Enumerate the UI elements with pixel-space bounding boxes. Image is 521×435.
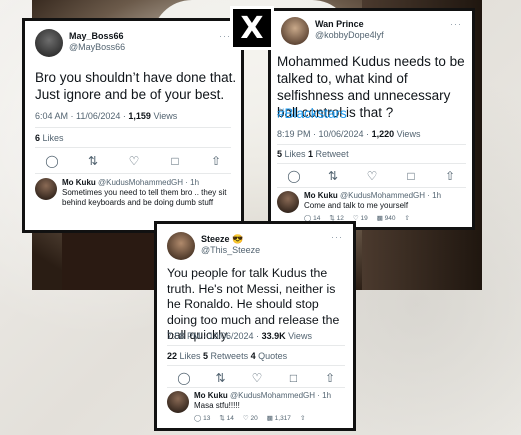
user-handle[interactable]: @kobbyDope4lyf — [315, 30, 384, 41]
tweet-card-wan-prince: Wan Prince @kobbyDope4lyf ··· Mohammed K… — [268, 8, 475, 230]
x-logo-icon: X — [230, 6, 274, 50]
like-icon[interactable]: ♡ — [250, 371, 264, 385]
avatar[interactable] — [35, 29, 63, 57]
tweet-timestamp: 8:19 PM · 10/06/2024 · 1,220 Views — [277, 129, 421, 139]
reply-header: Mo Kuku @KudusMohammedGH · 1h — [62, 178, 200, 187]
avatar[interactable] — [281, 17, 309, 45]
avatar[interactable] — [277, 191, 299, 213]
reply-icon[interactable]: ◯ — [177, 371, 191, 385]
bookmark-icon[interactable]: □ — [404, 169, 418, 183]
like-count[interactable]: ♡ 20 — [243, 414, 258, 422]
tweet-card-may-boss: May_Boss66 @MayBoss66 ··· Bro you should… — [22, 18, 244, 233]
divider — [35, 173, 231, 174]
share-icon[interactable]: ⇧ — [405, 214, 410, 222]
hashtag-link[interactable]: #Blackstars — [277, 105, 347, 122]
retweet-icon[interactable]: ⇅ — [214, 371, 228, 385]
divider — [277, 187, 466, 188]
display-name[interactable]: May_Boss66 — [69, 31, 125, 42]
tweet-timestamp: 7:58 PM · 10/06/2024 · 33.9K Views — [167, 331, 312, 341]
tweet-timestamp: 6:04 AM · 11/06/2024 · 1,159 Views — [35, 111, 178, 121]
share-icon[interactable]: ⇧ — [300, 414, 305, 422]
tweet-stats: 6 Likes — [35, 133, 64, 143]
reply-header: Mo Kuku @KudusMohammedGH · 1h — [194, 391, 332, 400]
avatar[interactable] — [35, 178, 57, 200]
divider — [277, 163, 466, 164]
bookmark-icon[interactable]: □ — [168, 154, 182, 168]
reply-text: Sometimes you need to tell them bro .. t… — [62, 188, 227, 207]
share-icon[interactable]: ⇧ — [209, 154, 223, 168]
view-count[interactable]: ▩ 940 — [377, 214, 396, 222]
reply-header: Mo Kuku @KudusMohammedGH · 1h — [304, 191, 442, 200]
user-handle[interactable]: @MayBoss66 — [69, 42, 125, 53]
action-bar: ◯ ⇅ ♡ □ ⇧ — [177, 371, 337, 385]
tweet-stats: 22 Likes 5 Retweets 4 Quotes — [167, 351, 288, 361]
retweet-count[interactable]: ⇅ 14 — [219, 414, 234, 422]
reply-text: Masa stfu!!!!! — [194, 401, 240, 410]
bookmark-icon[interactable]: □ — [287, 371, 301, 385]
action-bar: ◯ ⇅ ♡ □ ⇧ — [287, 169, 457, 183]
user-handle[interactable]: @This_Steeze — [201, 245, 260, 256]
tweet-card-steeze: Steeze 😎 @This_Steeze ··· You people for… — [154, 221, 356, 431]
divider — [277, 144, 466, 145]
reply-tweet[interactable]: Mo Kuku @KudusMohammedGH · 1h Sometimes … — [35, 178, 240, 208]
retweet-icon[interactable]: ⇅ — [86, 154, 100, 168]
avatar[interactable] — [167, 391, 189, 413]
reply-text: Come and talk to me yourself — [304, 201, 409, 210]
reply-tweet[interactable]: Mo Kuku @KudusMohammedGH · 1h Come and t… — [277, 191, 472, 222]
retweet-icon[interactable]: ⇅ — [326, 169, 340, 183]
view-count[interactable]: ▩ 1,317 — [267, 414, 291, 422]
reply-stats: ◯ 13 ⇅ 14 ♡ 20 ▩ 1,317 ⇧ — [194, 414, 353, 422]
share-icon[interactable]: ⇧ — [443, 169, 457, 183]
divider — [167, 345, 345, 346]
tweet-stats: 5 Likes 1 Retweet — [277, 149, 349, 159]
share-icon[interactable]: ⇧ — [323, 371, 337, 385]
divider — [35, 147, 231, 148]
divider — [167, 365, 345, 366]
reply-tweet[interactable]: Mo Kuku @KudusMohammedGH · 1h Masa stfu!… — [167, 391, 353, 422]
more-options-icon[interactable]: ··· — [331, 232, 343, 242]
reply-icon[interactable]: ◯ — [287, 169, 301, 183]
action-bar: ◯ ⇅ ♡ □ ⇧ — [45, 154, 223, 168]
reply-icon[interactable]: ◯ — [45, 154, 59, 168]
reply-count[interactable]: ◯ 13 — [194, 414, 210, 422]
tweet-text: Bro you shouldn’t have done that. Just i… — [35, 70, 237, 102]
divider — [167, 387, 345, 388]
more-options-icon[interactable]: ··· — [450, 19, 462, 29]
like-icon[interactable]: ♡ — [127, 154, 141, 168]
display-name[interactable]: Wan Prince — [315, 19, 384, 30]
like-icon[interactable]: ♡ — [365, 169, 379, 183]
display-name[interactable]: Steeze 😎 — [201, 234, 260, 245]
divider — [35, 127, 231, 128]
avatar[interactable] — [167, 232, 195, 260]
